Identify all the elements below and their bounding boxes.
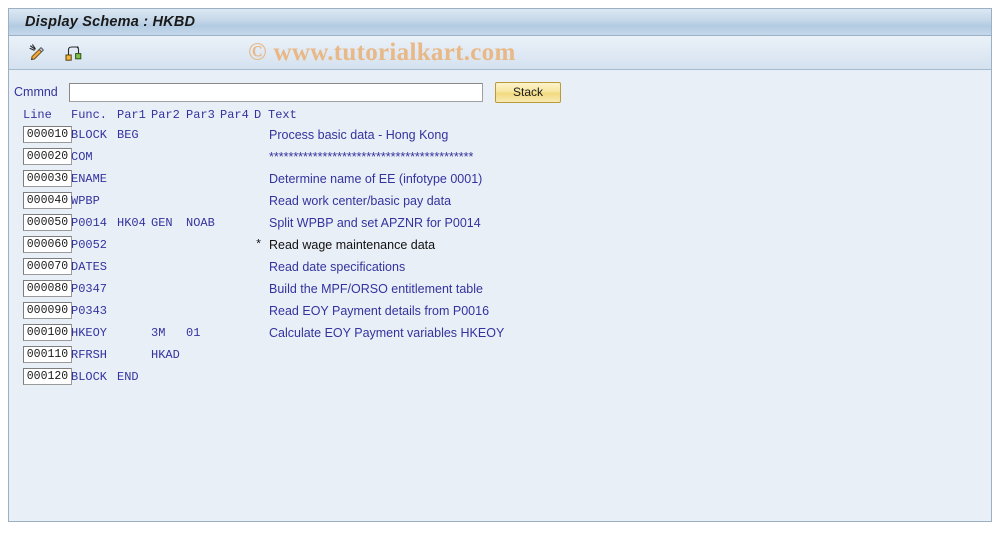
cell-func: P0014 xyxy=(71,216,108,230)
cell-text: Read EOY Payment details from P0016 xyxy=(269,304,490,318)
table-row[interactable]: COM *************************************… xyxy=(9,147,991,169)
cell-par2: 3M xyxy=(151,326,166,340)
cell-text: Read date specifications xyxy=(269,260,406,274)
window-title-bar: Display Schema : HKBD xyxy=(8,8,992,36)
hierarchy-icon[interactable] xyxy=(59,40,87,66)
line-number-input[interactable] xyxy=(23,236,72,253)
cell-par1: BEG xyxy=(117,128,139,142)
edit-pencil-icon[interactable] xyxy=(23,40,51,66)
cell-text: Build the MPF/ORSO entitlement table xyxy=(269,282,483,296)
line-number-input[interactable] xyxy=(23,258,72,275)
cell-func: HKEOY xyxy=(71,326,108,340)
table-row[interactable]: RFRSH HKAD xyxy=(9,345,991,367)
cell-func: ENAME xyxy=(71,172,108,186)
line-number-input[interactable] xyxy=(23,324,72,341)
cell-text: Read work center/basic pay data xyxy=(269,194,452,208)
line-number-input[interactable] xyxy=(23,368,72,385)
line-number-input[interactable] xyxy=(23,170,72,187)
cell-func: P0052 xyxy=(71,238,108,252)
cell-text: ****************************************… xyxy=(269,150,474,164)
cell-func: BLOCK xyxy=(71,128,108,142)
column-header-d: D xyxy=(254,108,262,122)
cell-func: P0347 xyxy=(71,282,108,296)
cell-text: Read wage maintenance data xyxy=(269,238,436,252)
stack-button[interactable]: Stack xyxy=(495,81,561,103)
table-row[interactable]: HKEOY 3M 01 Calculate EOY Payment variables… xyxy=(9,323,991,345)
content-area: Cmmnd Stack Line Func. Par1 Par2 Par3 Pa… xyxy=(9,70,991,521)
line-number-input[interactable] xyxy=(23,302,72,319)
cell-d: * xyxy=(255,238,263,252)
table-body: BLOCK BEG Process basic data - Hong Kong CO… xyxy=(9,125,991,389)
cell-text: Split WPBP and set APZNR for P0014 xyxy=(269,216,481,230)
cell-par1: HK04 xyxy=(117,216,146,230)
line-number-input[interactable] xyxy=(23,214,72,231)
line-number-input[interactable] xyxy=(23,192,72,209)
cell-func: BLOCK xyxy=(71,370,108,384)
table-row[interactable]: BLOCK BEG Process basic data - Hong Kong xyxy=(9,125,991,147)
cell-par2: HKAD xyxy=(151,348,180,362)
table-row[interactable]: ENAME Determine name of EE (infotype 0001… xyxy=(9,169,991,191)
cell-par3: 01 xyxy=(186,326,201,340)
cell-text: Process basic data - Hong Kong xyxy=(269,128,449,142)
command-label: Cmmnd xyxy=(14,85,58,99)
command-row: Cmmnd Stack xyxy=(9,81,561,103)
table-row[interactable]: P0014 HK04 GEN NOAB Split WPBP and set APZNR… xyxy=(9,213,991,235)
cell-text: Calculate EOY Payment variables HKEOY xyxy=(269,326,505,340)
cell-func: RFRSH xyxy=(71,348,108,362)
cell-func: WPBP xyxy=(71,194,100,208)
cell-par1: END xyxy=(117,370,139,384)
page-title: Display Schema : HKBD xyxy=(25,14,196,30)
cell-func: DATES xyxy=(71,260,108,274)
cell-text: Determine name of EE (infotype 0001) xyxy=(269,172,483,186)
table-row[interactable]: P0052 * Read wage maintenance data xyxy=(9,235,991,257)
column-header-func: Func. xyxy=(71,108,108,122)
column-header-par3: Par3 xyxy=(186,108,215,122)
table-row[interactable]: BLOCK END xyxy=(9,367,991,389)
column-header-par1: Par1 xyxy=(117,108,146,122)
table-row[interactable]: WPBP Read work center/basic pay data xyxy=(9,191,991,213)
cell-func: P0343 xyxy=(71,304,108,318)
column-header-par4: Par4 xyxy=(220,108,249,122)
application-toolbar xyxy=(9,36,991,70)
schema-table: Line Func. Par1 Par2 Par3 Par4 D Text BL… xyxy=(9,106,991,389)
table-row[interactable]: P0347 Build the MPF/ORSO entitlement tabl… xyxy=(9,279,991,301)
table-header-row: Line Func. Par1 Par2 Par3 Par4 D Text xyxy=(9,106,991,125)
column-header-par2: Par2 xyxy=(151,108,180,122)
column-header-line: Line xyxy=(23,108,52,122)
cell-par3: NOAB xyxy=(186,216,215,230)
cell-par2: GEN xyxy=(151,216,173,230)
line-number-input[interactable] xyxy=(23,280,72,297)
sap-gui-window: Display Schema : HKBD © www.tutorialkart… xyxy=(0,0,1000,534)
column-header-text: Text xyxy=(268,108,297,122)
cell-func: COM xyxy=(71,150,93,164)
table-row[interactable]: DATES Read date specifications xyxy=(9,257,991,279)
line-number-input[interactable] xyxy=(23,346,72,363)
line-number-input[interactable] xyxy=(23,148,72,165)
command-input[interactable] xyxy=(69,82,483,102)
table-row[interactable]: P0343 Read EOY Payment details from P0016 xyxy=(9,301,991,323)
line-number-input[interactable] xyxy=(23,126,72,143)
